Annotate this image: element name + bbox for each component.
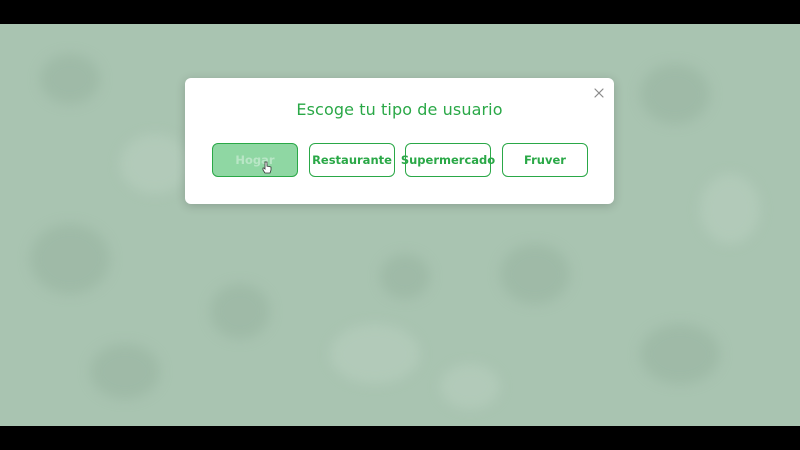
user-type-modal: Escoge tu tipo de usuario Hogar Restaura… — [185, 78, 614, 204]
modal-title: Escoge tu tipo de usuario — [296, 100, 503, 119]
backdrop-texture — [120, 134, 190, 194]
backdrop-texture — [640, 324, 720, 384]
letterbox-top — [0, 0, 800, 24]
letterbox-bottom — [0, 426, 800, 450]
option-fruver-button[interactable]: Fruver — [502, 143, 588, 177]
close-button[interactable] — [592, 85, 606, 99]
backdrop-texture — [90, 344, 160, 399]
page-backdrop: Escoge tu tipo de usuario Hogar Restaura… — [0, 24, 800, 426]
backdrop-texture — [330, 324, 420, 384]
backdrop-texture — [700, 174, 760, 244]
close-icon — [594, 88, 604, 98]
backdrop-texture — [640, 64, 710, 124]
backdrop-texture — [380, 254, 430, 299]
option-supermercado-button[interactable]: Supermercado — [401, 143, 495, 177]
screen-frame: Escoge tu tipo de usuario Hogar Restaura… — [0, 0, 800, 450]
option-restaurante-button[interactable]: Restaurante — [309, 143, 395, 177]
user-type-options: Hogar Restaurante Supermercado Fruver — [212, 143, 589, 178]
backdrop-texture — [440, 364, 500, 409]
option-hogar-button[interactable]: Hogar — [212, 143, 298, 177]
backdrop-texture — [210, 284, 270, 339]
backdrop-texture — [30, 224, 110, 294]
backdrop-texture — [500, 244, 570, 304]
backdrop-texture — [40, 54, 100, 104]
